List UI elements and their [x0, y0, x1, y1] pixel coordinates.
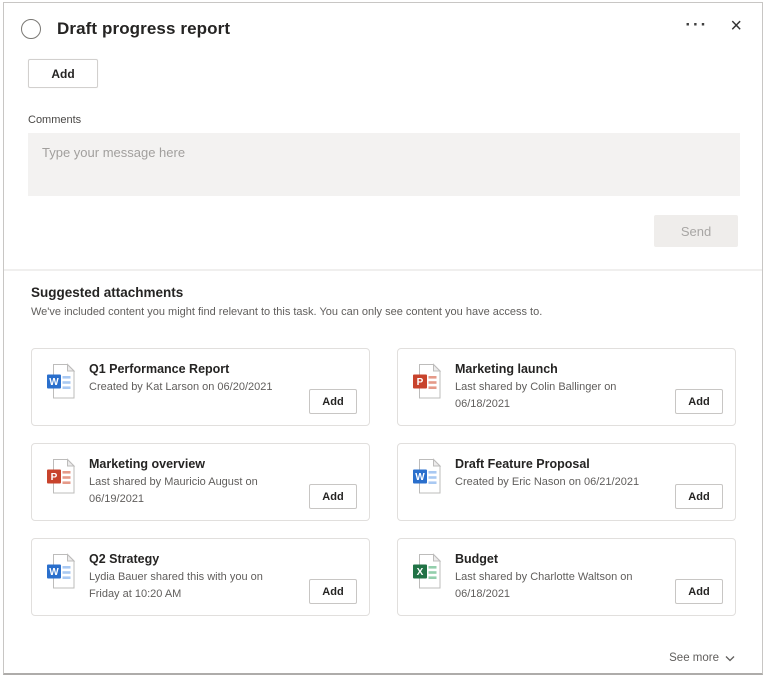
see-more-label: See more	[669, 652, 719, 664]
attachment-add-button[interactable]: Add	[675, 484, 723, 509]
more-options-icon[interactable]: ···	[679, 16, 714, 33]
page-fold	[433, 363, 442, 372]
attachment-add-button[interactable]: Add	[309, 389, 357, 414]
attachment-title: Budget	[455, 552, 499, 566]
attachment-meta: Lydia Bauer shared this with you on Frid…	[89, 571, 263, 600]
document-file-icon: P	[46, 458, 76, 500]
attachment-add-button[interactable]: Add	[309, 579, 357, 604]
attachment-title: Draft Feature Proposal	[455, 457, 590, 471]
document-file-icon: W	[46, 553, 76, 595]
attachment-meta: Last shared by Colin Ballinger on 06/18/…	[455, 381, 617, 410]
document-file-icon: W	[46, 363, 76, 405]
page-fold	[433, 553, 442, 562]
svg-text:W: W	[49, 567, 59, 578]
svg-text:W: W	[415, 472, 425, 483]
close-icon[interactable]: ×	[724, 16, 748, 36]
attachment-title: Marketing overview	[89, 457, 206, 471]
page-fold	[67, 458, 76, 467]
svg-text:X: X	[417, 567, 424, 578]
page-fold	[433, 458, 442, 467]
comments-label: Comments	[28, 114, 82, 126]
document-file-icon: P	[412, 363, 442, 405]
attachment-add-button[interactable]: Add	[675, 389, 723, 414]
page-fold	[67, 363, 76, 372]
suggested-attachments-subtitle: We've included content you might find re…	[31, 306, 543, 318]
page-fold	[67, 553, 76, 562]
suggested-attachments-title: Suggested attachments	[31, 285, 184, 300]
attachment-title: Marketing launch	[455, 362, 558, 376]
attachment-card[interactable]: P Marketing launch Last shared by Colin …	[397, 348, 736, 426]
task-dialog: Draft progress report ··· × Add Comments…	[3, 2, 763, 675]
see-more-link[interactable]: See more	[669, 652, 735, 664]
send-button[interactable]: Send	[654, 215, 738, 247]
svg-text:P: P	[417, 377, 424, 388]
chevron-down-icon	[725, 655, 735, 661]
add-attachment-button[interactable]: Add	[28, 59, 98, 88]
attachment-card[interactable]: W Q2 Strategy Lydia Bauer shared this wi…	[31, 538, 370, 616]
attachment-card[interactable]: P Marketing overview Last shared by Maur…	[31, 443, 370, 521]
attachment-add-button[interactable]: Add	[675, 579, 723, 604]
dialog-header: Draft progress report ··· ×	[4, 3, 762, 39]
attachment-meta: Last shared by Charlotte Waltson on 06/1…	[455, 571, 633, 600]
attachment-meta: Created by Kat Larson on 06/20/2021	[89, 381, 273, 393]
svg-text:W: W	[49, 377, 59, 388]
attachment-meta: Last shared by Mauricio August on 06/19/…	[89, 476, 258, 505]
attachment-title: Q2 Strategy	[89, 552, 160, 566]
divider	[4, 269, 762, 271]
attachment-card[interactable]: W Draft Feature Proposal Created by Eric…	[397, 443, 736, 521]
document-file-icon: X	[412, 553, 442, 595]
svg-text:P: P	[51, 472, 58, 483]
attachment-add-button[interactable]: Add	[309, 484, 357, 509]
attachment-card[interactable]: W Q1 Performance Report Created by Kat L…	[31, 348, 370, 426]
comment-input[interactable]	[28, 133, 740, 196]
attachment-grid: W Q1 Performance Report Created by Kat L…	[31, 348, 736, 616]
task-title: Draft progress report	[57, 19, 231, 38]
attachment-meta: Created by Eric Nason on 06/21/2021	[455, 476, 640, 488]
document-file-icon: W	[412, 458, 442, 500]
attachment-title: Q1 Performance Report	[89, 362, 230, 376]
attachment-card[interactable]: X Budget Last shared by Charlotte Waltso…	[397, 538, 736, 616]
task-complete-circle-icon[interactable]	[21, 19, 41, 39]
